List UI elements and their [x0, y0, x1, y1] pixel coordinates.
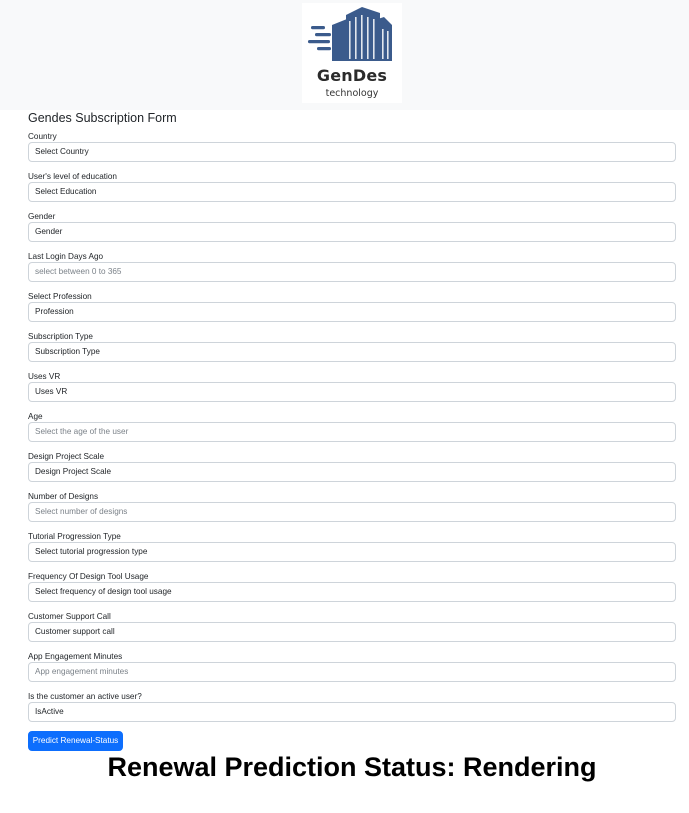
uses-vr-label: Uses VR: [28, 372, 61, 381]
tutorial-progression-label: Tutorial Progression Type: [28, 532, 121, 541]
app-engagement-input[interactable]: App engagement minutes: [28, 662, 676, 682]
tutorial-progression-select[interactable]: Select tutorial progression type: [28, 542, 676, 562]
education-label: User's level of education: [28, 172, 117, 181]
city-buildings-icon: [308, 7, 392, 61]
uses-vr-select[interactable]: Uses VR: [28, 382, 676, 402]
app-engagement-label: App Engagement Minutes: [28, 652, 123, 661]
design-project-scale-label: Design Project Scale: [28, 452, 104, 461]
education-select[interactable]: Select Education: [28, 182, 676, 202]
active-user-label: Is the customer an active user?: [28, 692, 142, 701]
profession-select[interactable]: Profession: [28, 302, 676, 322]
form-title: Gendes Subscription Form: [28, 111, 177, 125]
customer-support-call-select[interactable]: Customer support call: [28, 622, 676, 642]
prediction-status-heading: Renewal Prediction Status: Rendering: [107, 752, 597, 782]
profession-label: Select Profession: [28, 292, 92, 301]
subscription-type-label: Subscription Type: [28, 332, 93, 341]
gender-select[interactable]: Gender: [28, 222, 676, 242]
gender-label: Gender: [28, 212, 56, 221]
country-select[interactable]: Select Country: [28, 142, 676, 162]
tool-usage-frequency-label: Frequency Of Design Tool Usage: [28, 572, 149, 581]
last-login-label: Last Login Days Ago: [28, 252, 104, 261]
active-user-select[interactable]: IsActive: [28, 702, 676, 722]
number-of-designs-label: Number of Designs: [28, 492, 99, 501]
logo-subtitle: technology: [325, 88, 379, 99]
customer-support-call-label: Customer Support Call: [28, 612, 111, 621]
country-label: Country: [28, 132, 57, 141]
gendes-logo: GenDes technology: [302, 3, 402, 103]
age-label: Age: [28, 412, 43, 421]
age-input[interactable]: Select the age of the user: [28, 422, 676, 442]
logo-name: GenDes: [316, 66, 388, 85]
tool-usage-frequency-select[interactable]: Select frequency of design tool usage: [28, 582, 676, 602]
header-band: GenDes technology: [0, 0, 689, 110]
design-project-scale-select[interactable]: Design Project Scale: [28, 462, 676, 482]
number-of-designs-input[interactable]: Select number of designs: [28, 502, 676, 522]
last-login-input[interactable]: select between 0 to 365: [28, 262, 676, 282]
subscription-type-select[interactable]: Subscription Type: [28, 342, 676, 362]
predict-renewal-button[interactable]: Predict Renewal-Status: [28, 731, 123, 751]
